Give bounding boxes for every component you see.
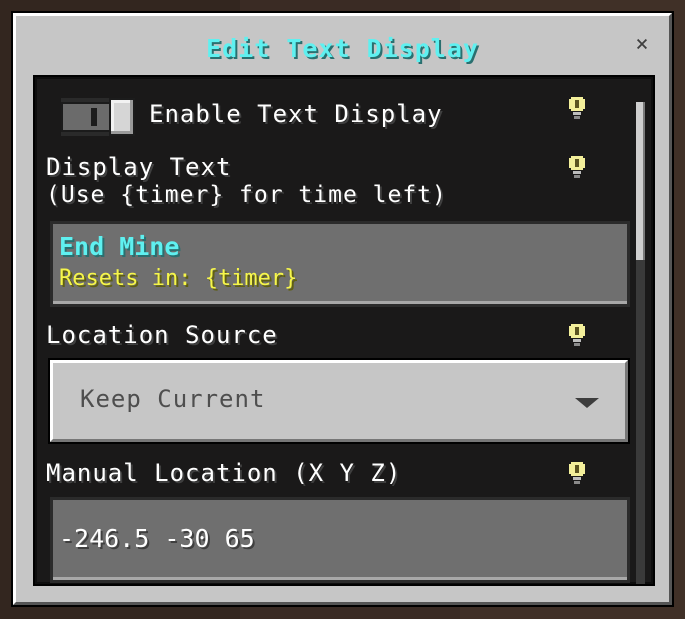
edit-text-display-dialog: Edit Text Display × Enable Text Display …: [13, 13, 672, 605]
info-bulb-icon[interactable]: [569, 97, 585, 119]
display-text-label: Display Text: [46, 153, 232, 181]
scrollbar[interactable]: [636, 102, 645, 584]
info-bulb-icon[interactable]: [569, 324, 585, 346]
location-source-dropdown[interactable]: Keep Current: [50, 360, 628, 442]
display-text-input[interactable]: End Mine Resets in: {timer}: [50, 221, 630, 307]
display-text-hint: (Use {timer} for time left): [46, 182, 447, 208]
location-source-label: Location Source: [46, 321, 278, 349]
chevron-down-icon: [575, 398, 599, 408]
toggle-notch: [91, 108, 97, 126]
display-text-line-1: End Mine: [59, 232, 180, 261]
close-icon[interactable]: ×: [631, 34, 653, 56]
scrollbar-thumb[interactable]: [636, 102, 645, 260]
info-bulb-icon[interactable]: [569, 156, 585, 178]
dialog-title: Edit Text Display: [206, 34, 479, 63]
manual-location-value: -246.5 -30 65: [59, 524, 255, 553]
manual-location-input[interactable]: -246.5 -30 65: [50, 497, 630, 583]
display-text-line-2: Resets in: {timer}: [59, 266, 298, 291]
info-bulb-icon[interactable]: [569, 462, 585, 484]
enable-text-display-toggle[interactable]: [61, 98, 135, 136]
manual-location-label: Manual Location (X Y Z): [46, 459, 402, 487]
settings-panel[interactable]: Enable Text Display Display Text (Use {t…: [33, 75, 655, 586]
toggle-knob[interactable]: [109, 98, 135, 136]
enable-text-display-label: Enable Text Display: [149, 100, 443, 128]
location-source-selected: Keep Current: [80, 385, 266, 413]
